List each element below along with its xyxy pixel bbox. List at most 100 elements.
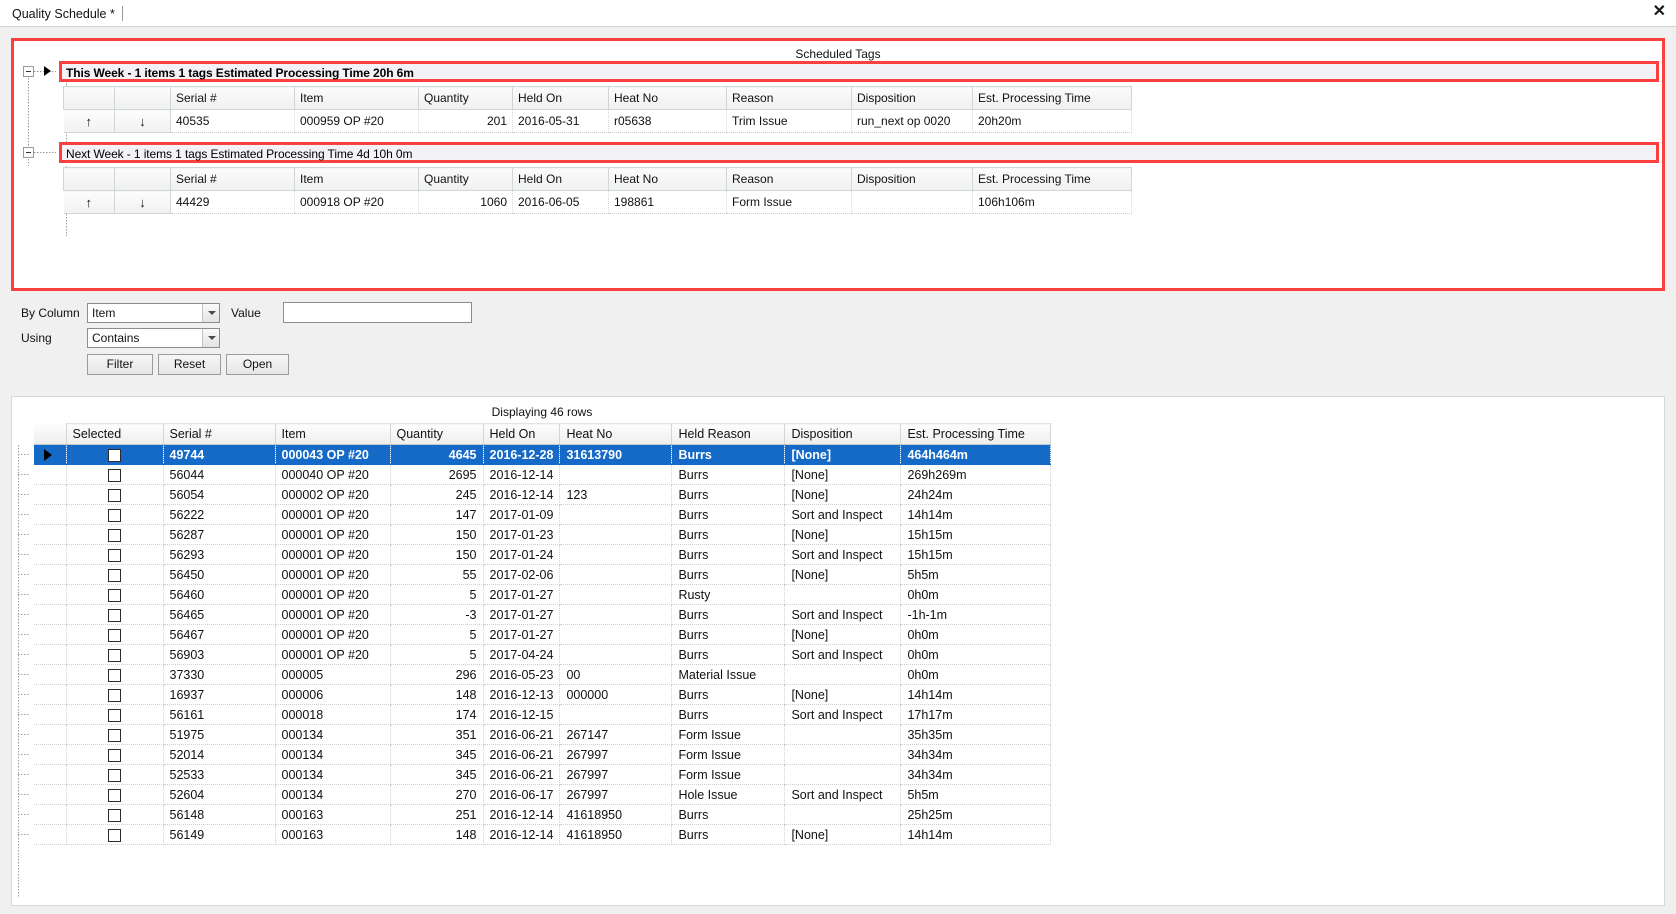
selected-checkbox-cell[interactable] bbox=[66, 464, 164, 485]
checkbox-icon[interactable] bbox=[108, 768, 121, 782]
col-disposition[interactable]: Disposition bbox=[784, 423, 902, 445]
selected-checkbox-cell[interactable] bbox=[66, 604, 164, 625]
table-row[interactable]: 16937 000006 148 2016-12-13 000000 Burrs [None… bbox=[34, 684, 1052, 705]
selected-checkbox-cell[interactable] bbox=[66, 744, 164, 765]
move-up-button[interactable]: ↑ bbox=[63, 109, 115, 133]
row-indicator-cell[interactable] bbox=[34, 584, 67, 605]
row-indicator-cell[interactable] bbox=[34, 724, 67, 745]
checkbox-icon[interactable] bbox=[108, 568, 121, 582]
selected-checkbox-cell[interactable] bbox=[66, 504, 164, 525]
col-serial[interactable]: Serial # bbox=[170, 86, 295, 110]
row-indicator-cell[interactable] bbox=[34, 624, 67, 645]
table-row[interactable]: 49744 000043 OP #20 4645 2016-12-28 31613790… bbox=[34, 444, 1052, 465]
col-item[interactable]: Item bbox=[275, 423, 391, 445]
row-indicator-cell[interactable] bbox=[34, 564, 67, 585]
col-item[interactable]: Item bbox=[294, 86, 419, 110]
table-row[interactable]: 51975 000134 351 2016-06-21 267147 Form Issue… bbox=[34, 724, 1052, 745]
filter-button[interactable]: Filter bbox=[87, 354, 153, 375]
checkbox-icon[interactable] bbox=[108, 688, 121, 702]
checkbox-icon[interactable] bbox=[108, 608, 121, 622]
checkbox-icon[interactable] bbox=[108, 448, 121, 462]
checkbox-icon[interactable] bbox=[108, 588, 121, 602]
selected-checkbox-cell[interactable] bbox=[66, 804, 164, 825]
checkbox-icon[interactable] bbox=[108, 488, 121, 502]
col-item[interactable]: Item bbox=[294, 167, 419, 191]
col-reason[interactable]: Reason bbox=[726, 167, 852, 191]
table-row[interactable]: 56467 000001 OP #20 5 2017-01-27 Burrs [None]… bbox=[34, 624, 1052, 645]
table-row[interactable]: 56293 000001 OP #20 150 2017-01-24 Burrs Sort… bbox=[34, 544, 1052, 565]
selected-checkbox-cell[interactable] bbox=[66, 544, 164, 565]
selected-checkbox-cell[interactable] bbox=[66, 564, 164, 585]
selected-checkbox-cell[interactable] bbox=[66, 704, 164, 725]
row-indicator-cell[interactable] bbox=[34, 524, 67, 545]
row-indicator-cell[interactable] bbox=[34, 764, 67, 785]
checkbox-icon[interactable] bbox=[108, 748, 121, 762]
col-quantity[interactable]: Quantity bbox=[418, 86, 513, 110]
row-indicator-cell[interactable] bbox=[34, 544, 67, 565]
selected-checkbox-cell[interactable] bbox=[66, 824, 164, 845]
table-row[interactable]: 56287 000001 OP #20 150 2017-01-23 Burrs [Non… bbox=[34, 524, 1052, 545]
table-row[interactable]: 56149 000163 148 2016-12-14 41618950 Burrs [No… bbox=[34, 824, 1052, 845]
tab-quality-schedule[interactable]: Quality Schedule * bbox=[4, 2, 132, 26]
table-row[interactable]: 52533 000134 345 2016-06-21 267997 Form Issue… bbox=[34, 764, 1052, 785]
selected-checkbox-cell[interactable] bbox=[66, 684, 164, 705]
checkbox-icon[interactable] bbox=[108, 528, 121, 542]
checkbox-icon[interactable] bbox=[108, 548, 121, 562]
using-select[interactable]: Contains bbox=[87, 328, 220, 348]
checkbox-icon[interactable] bbox=[108, 468, 121, 482]
row-indicator-cell[interactable] bbox=[34, 504, 67, 525]
table-row[interactable]: 56161 000018 174 2016-12-15 Burrs Sort and In… bbox=[34, 704, 1052, 725]
move-down-button[interactable]: ↓ bbox=[114, 190, 171, 214]
col-serial[interactable]: Serial # bbox=[170, 167, 295, 191]
checkbox-icon[interactable] bbox=[108, 628, 121, 642]
row-indicator-cell[interactable] bbox=[34, 804, 67, 825]
checkbox-icon[interactable] bbox=[108, 508, 121, 522]
col-held-reason[interactable]: Held Reason bbox=[671, 423, 786, 445]
selected-checkbox-cell[interactable] bbox=[66, 644, 164, 665]
col-quantity[interactable]: Quantity bbox=[390, 423, 484, 445]
table-row[interactable]: 37330 000005 296 2016-05-23 00 Material Issue… bbox=[34, 664, 1052, 685]
col-held-on[interactable]: Held On bbox=[512, 167, 609, 191]
selected-checkbox-cell[interactable] bbox=[66, 524, 164, 545]
checkbox-icon[interactable] bbox=[108, 788, 121, 802]
selected-checkbox-cell[interactable] bbox=[66, 764, 164, 785]
row-indicator-cell[interactable] bbox=[34, 684, 67, 705]
row-indicator-cell[interactable] bbox=[34, 444, 67, 465]
checkbox-icon[interactable] bbox=[108, 708, 121, 722]
table-row[interactable]: 56222 000001 OP #20 147 2017-01-09 Burrs Sort… bbox=[34, 504, 1052, 525]
value-input-wrap[interactable] bbox=[283, 302, 472, 323]
col-est-time[interactable]: Est. Processing Time bbox=[972, 86, 1132, 110]
table-row[interactable]: 56054 000002 OP #20 245 2016-12-14 123 Burrs[… bbox=[34, 484, 1052, 505]
chevron-down-icon[interactable] bbox=[202, 304, 219, 322]
table-row[interactable]: 56450 000001 OP #20 55 2017-02-06 Burrs [None… bbox=[34, 564, 1052, 585]
selected-checkbox-cell[interactable] bbox=[66, 484, 164, 505]
col-disposition[interactable]: Disposition bbox=[851, 86, 973, 110]
row-indicator-cell[interactable] bbox=[34, 604, 67, 625]
col-est-time[interactable]: Est. Processing Time bbox=[972, 167, 1132, 191]
table-row[interactable]: 52014 000134 345 2016-06-21 267997 Form Issue… bbox=[34, 744, 1052, 765]
close-icon[interactable]: ✕ bbox=[1653, 3, 1666, 21]
checkbox-icon[interactable] bbox=[108, 728, 121, 742]
row-indicator-cell[interactable] bbox=[34, 644, 67, 665]
table-row[interactable]: ↑ ↓ 40535 000959 OP #20 201 2016-05-31 r… bbox=[63, 109, 1132, 133]
row-indicator-cell[interactable] bbox=[34, 784, 67, 805]
row-indicator-cell[interactable] bbox=[34, 464, 67, 485]
row-indicator-cell[interactable] bbox=[34, 744, 67, 765]
checkbox-icon[interactable] bbox=[108, 808, 121, 822]
col-held-on[interactable]: Held On bbox=[483, 423, 561, 445]
row-indicator-cell[interactable] bbox=[34, 664, 67, 685]
table-row[interactable]: 56460 000001 OP #20 5 2017-01-27 Rusty 0h0m bbox=[34, 584, 1052, 605]
col-reason[interactable]: Reason bbox=[726, 86, 852, 110]
group-header-next-week[interactable]: Next Week - 1 items 1 tags Estimated Pro… bbox=[59, 142, 1659, 163]
table-row[interactable]: ↑ ↓ 44429 000918 OP #20 1060 2016-06-05 … bbox=[63, 190, 1132, 214]
selected-checkbox-cell[interactable] bbox=[66, 724, 164, 745]
checkbox-icon[interactable] bbox=[108, 828, 121, 842]
selected-checkbox-cell[interactable] bbox=[66, 584, 164, 605]
col-disposition[interactable]: Disposition bbox=[851, 167, 973, 191]
open-button[interactable]: Open bbox=[226, 354, 289, 375]
table-row[interactable]: 56903 000001 OP #20 5 2017-04-24 Burrs Sort a… bbox=[34, 644, 1052, 665]
checkbox-icon[interactable] bbox=[108, 648, 121, 662]
col-held-on[interactable]: Held On bbox=[512, 86, 609, 110]
col-heat-no[interactable]: Heat No bbox=[559, 423, 673, 445]
col-heat-no[interactable]: Heat No bbox=[608, 86, 727, 110]
